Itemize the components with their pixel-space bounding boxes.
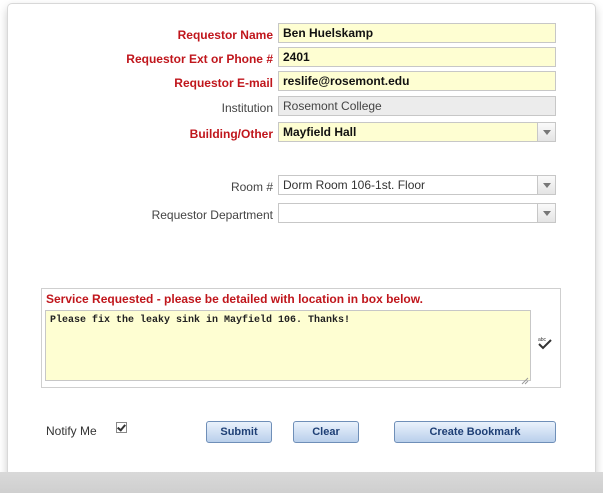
- requestor-phone-label: Requestor Ext or Phone #: [126, 52, 273, 66]
- chevron-down-icon[interactable]: [537, 176, 555, 194]
- notify-me-label: Notify Me: [46, 424, 97, 438]
- building-select[interactable]: Mayfield Hall: [278, 122, 556, 142]
- chevron-down-icon[interactable]: [537, 204, 555, 222]
- create-bookmark-button[interactable]: Create Bookmark: [394, 421, 556, 443]
- resize-grip-icon[interactable]: [521, 372, 529, 385]
- requestor-phone-input[interactable]: 2401: [278, 47, 556, 67]
- requestor-name-label: Requestor Name: [177, 28, 273, 42]
- building-value: Mayfield Hall: [283, 125, 357, 139]
- clear-button[interactable]: Clear: [293, 421, 359, 443]
- chevron-down-icon[interactable]: [537, 123, 555, 141]
- service-request-title: Service Requested - please be detailed w…: [46, 292, 423, 306]
- department-select[interactable]: [278, 203, 556, 223]
- department-label: Requestor Department: [151, 208, 273, 222]
- room-select[interactable]: Dorm Room 106-1st. Floor: [278, 175, 556, 195]
- requestor-email-input[interactable]: reslife@rosemont.edu: [278, 71, 556, 91]
- submit-button[interactable]: Submit: [206, 421, 272, 443]
- institution-field: Rosemont College: [278, 96, 556, 116]
- building-label: Building/Other: [189, 127, 273, 141]
- requestor-email-label: Requestor E-mail: [174, 76, 273, 90]
- institution-label: Institution: [221, 101, 273, 115]
- room-label: Room #: [230, 180, 273, 194]
- service-request-textarea[interactable]: Please fix the leaky sink in Mayfield 10…: [45, 310, 531, 381]
- notify-me-checkbox[interactable]: [116, 422, 127, 433]
- requestor-name-input[interactable]: Ben Huelskamp: [278, 23, 556, 43]
- spellcheck-icon[interactable]: abc: [537, 335, 553, 351]
- room-value: Dorm Room 106-1st. Floor: [283, 178, 426, 192]
- svg-text:abc: abc: [538, 337, 547, 343]
- background-strip: [0, 472, 603, 493]
